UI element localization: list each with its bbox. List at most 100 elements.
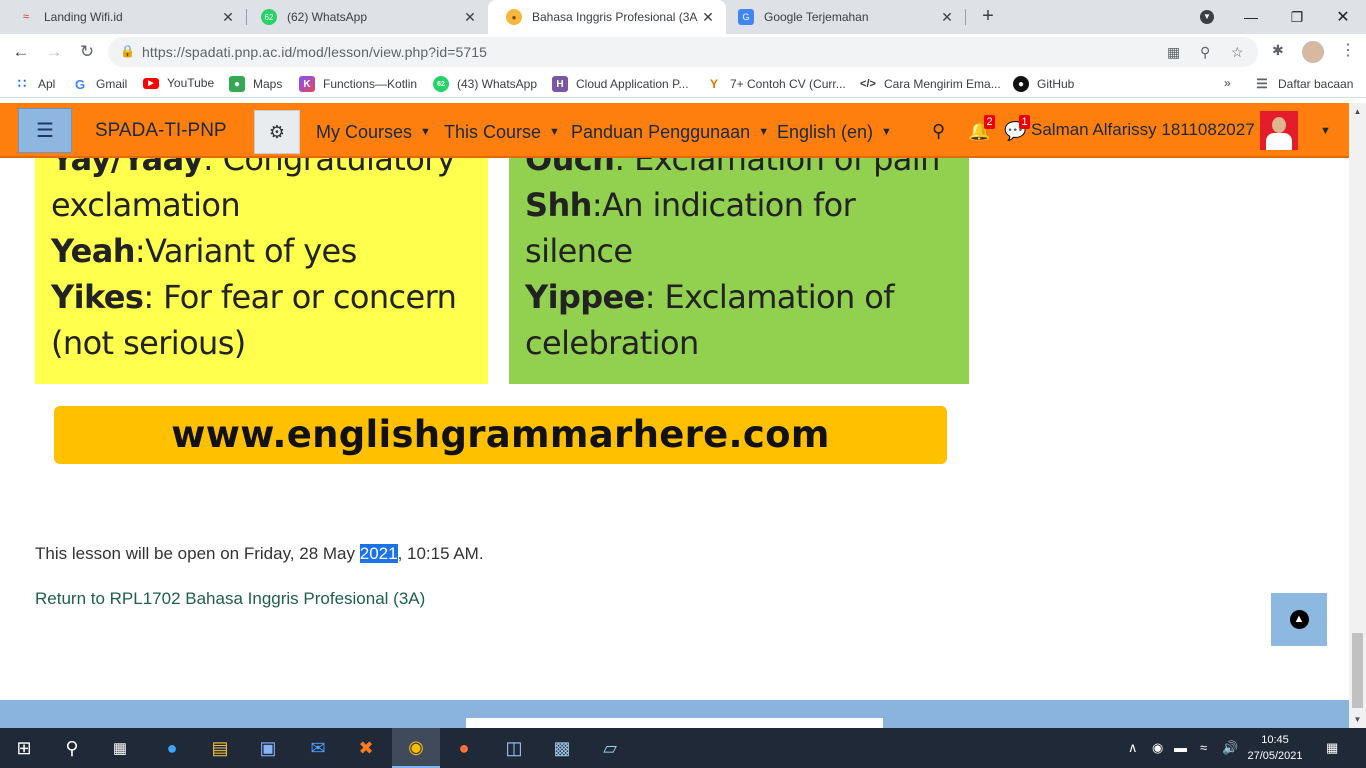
card-line: celebration	[525, 320, 953, 366]
settings-button[interactable]: ⚙	[254, 110, 300, 154]
menu-this-course[interactable]: This Course ▼	[444, 122, 560, 143]
scroll-up-icon[interactable]: ▲	[1349, 103, 1366, 120]
app-icon[interactable]: ▩	[538, 728, 586, 768]
reading-list-button[interactable]: ☰ Daftar bacaan	[1254, 76, 1353, 92]
bookmark-label: Cloud Application P...	[576, 77, 689, 91]
bookmark-kotlin[interactable]: K Functions—Kotlin	[299, 76, 417, 92]
card-line: exclamation	[51, 182, 472, 228]
task-view-icon[interactable]: ▦	[96, 728, 144, 768]
zoom-icon[interactable]: ⚲	[1200, 44, 1210, 61]
gears-icon: ⚙	[268, 121, 286, 142]
site-brand[interactable]: SPADA-TI-PNP	[95, 120, 227, 142]
close-icon[interactable]: ✕	[460, 9, 480, 26]
tab-whatsapp[interactable]: 62 (62) WhatsApp ✕	[243, 0, 488, 34]
cv-icon: Y	[709, 77, 718, 91]
tab-title: Bahasa Inggris Profesional (3A): L	[532, 10, 698, 24]
bookmark-apps[interactable]: ∷ Apl	[14, 76, 55, 92]
close-icon[interactable]: ✕	[937, 9, 957, 26]
menu-my-courses[interactable]: My Courses ▼	[316, 122, 431, 143]
bookmark-gmail[interactable]: G Gmail	[72, 76, 127, 92]
page-scrollbar[interactable]: ▲ ▼	[1349, 103, 1366, 728]
search-icon[interactable]: ⚲	[932, 121, 945, 142]
tab-landing-wifi[interactable]: ≈ Landing Wifi.id ✕	[0, 0, 246, 34]
return-to-course-link[interactable]: Return to RPL1702 Bahasa Inggris Profesi…	[35, 589, 425, 609]
card-line: Yikes: For fear or concern	[51, 274, 472, 320]
google-translate-icon: G	[738, 9, 754, 25]
minimize-icon[interactable]: —	[1228, 0, 1274, 34]
user-avatar[interactable]	[1260, 111, 1298, 150]
kotlin-icon: K	[299, 76, 315, 92]
lesson-content: Yay/Yaay: Congratulatory exclamation Yea…	[0, 158, 1349, 700]
whatsapp-icon: 62	[261, 9, 277, 25]
restore-icon[interactable]: ❐	[1274, 0, 1320, 34]
bookmark-youtube[interactable]: ▶ YouTube	[143, 76, 214, 90]
bookmark-cloud-application[interactable]: H Cloud Application P...	[552, 76, 689, 92]
caret-down-icon: ▼	[881, 126, 892, 138]
address-bar[interactable]: 🔒 https://spadati.pnp.ac.id/mod/lesson/v…	[108, 37, 1258, 67]
menu-panduan-penggunaan[interactable]: Panduan Penggunaan ▼	[571, 122, 769, 143]
windows-start-icon[interactable]: ⊞	[0, 728, 48, 768]
tab-search-icon[interactable]: ▼	[1184, 0, 1230, 34]
lesson-open-notice: This lesson will be open on Friday, 28 M…	[35, 544, 484, 564]
firefox-icon[interactable]: ●	[440, 728, 488, 768]
translate-page-icon[interactable]: ▦	[1167, 44, 1180, 61]
bookmark-maps[interactable]: ● Maps	[229, 76, 282, 92]
user-menu-caret-icon[interactable]: ▼	[1320, 125, 1331, 137]
clock-date: 27/05/2021	[1247, 750, 1303, 762]
tab-google-translate[interactable]: G Google Terjemahan ✕	[720, 0, 965, 34]
address-url[interactable]: https://spadati.pnp.ac.id/mod/lesson/vie…	[142, 44, 487, 60]
bookmark-cara-mengirim[interactable]: </> Cara Mengirim Ema...	[860, 76, 1001, 92]
bookmark-contoh-cv[interactable]: Y 7+ Contoh CV (Curr...	[706, 76, 846, 92]
volume-icon[interactable]: 🔊	[1222, 740, 1238, 756]
lock-icon[interactable]: 🔒	[120, 44, 135, 58]
meet-now-icon[interactable]: ◉	[1152, 740, 1163, 756]
user-name[interactable]: Salman Alfarissy 1811082027	[1031, 120, 1255, 140]
tab-divider	[965, 9, 966, 25]
bookmark-whatsapp[interactable]: 62 (43) WhatsApp	[433, 76, 537, 92]
reading-list-icon: ☰	[1256, 76, 1268, 91]
menu-language[interactable]: English (en) ▼	[777, 122, 892, 143]
battery-icon[interactable]: ▬	[1174, 740, 1187, 755]
google-icon: G	[74, 76, 86, 92]
tab-bahasa-inggris[interactable]: ● Bahasa Inggris Profesional (3A): L ✕	[488, 0, 726, 34]
sep: :	[202, 158, 223, 178]
definition: (not serious)	[51, 324, 246, 362]
bookmark-star-icon[interactable]: ☆	[1231, 44, 1244, 61]
forward-icon[interactable]: →	[42, 40, 66, 64]
definition: For fear or concern	[163, 278, 457, 316]
back-to-top-button[interactable]: ▲	[1271, 593, 1327, 646]
wifi-icon[interactable]: ≈	[1200, 740, 1207, 755]
profile-avatar[interactable]	[1302, 41, 1324, 63]
footer-panel	[466, 718, 883, 728]
bookmarks-overflow-button[interactable]: »	[1224, 76, 1231, 90]
scroll-down-icon[interactable]: ▼	[1349, 711, 1366, 728]
mail-icon[interactable]: ✉	[294, 728, 342, 768]
term: Yay/Yaay	[51, 158, 203, 178]
reload-icon[interactable]: ↻	[75, 40, 99, 64]
wifi-icon: ≈	[22, 11, 30, 23]
action-center-icon[interactable]: ▦	[1326, 740, 1338, 756]
window-close-icon[interactable]: ✕	[1320, 0, 1366, 34]
drawer-toggle-button[interactable]: ☰	[18, 108, 72, 153]
menu-label: This Course	[444, 122, 542, 142]
chrome-menu-icon[interactable]: ⋮	[1340, 40, 1356, 60]
search-icon[interactable]: ⚲	[48, 728, 96, 768]
chrome-icon[interactable]: ◉	[392, 728, 440, 768]
notepad-icon[interactable]: ▱	[586, 728, 634, 768]
system-clock[interactable]: 10:45 27/05/2021	[1244, 732, 1306, 764]
back-icon[interactable]: ←	[9, 40, 33, 64]
bookmark-github[interactable]: ● GitHub	[1013, 76, 1074, 92]
microsoft-store-icon[interactable]: ▣	[244, 728, 292, 768]
close-icon[interactable]: ✕	[698, 9, 718, 26]
tray-overflow-icon[interactable]: ∧	[1128, 740, 1138, 756]
bookmark-label: YouTube	[167, 76, 215, 90]
tab-title: Landing Wifi.id	[44, 10, 123, 24]
xampp-icon[interactable]: ✖	[342, 728, 390, 768]
scrollbar-thumb[interactable]	[1352, 633, 1363, 708]
file-explorer-icon[interactable]: ▤	[196, 728, 244, 768]
extensions-icon[interactable]: ✱	[1272, 42, 1284, 59]
virtualbox-icon[interactable]: ◫	[490, 728, 538, 768]
close-icon[interactable]: ✕	[218, 9, 238, 26]
new-tab-button[interactable]: +	[977, 5, 999, 27]
edge-icon[interactable]: ●	[148, 728, 196, 768]
